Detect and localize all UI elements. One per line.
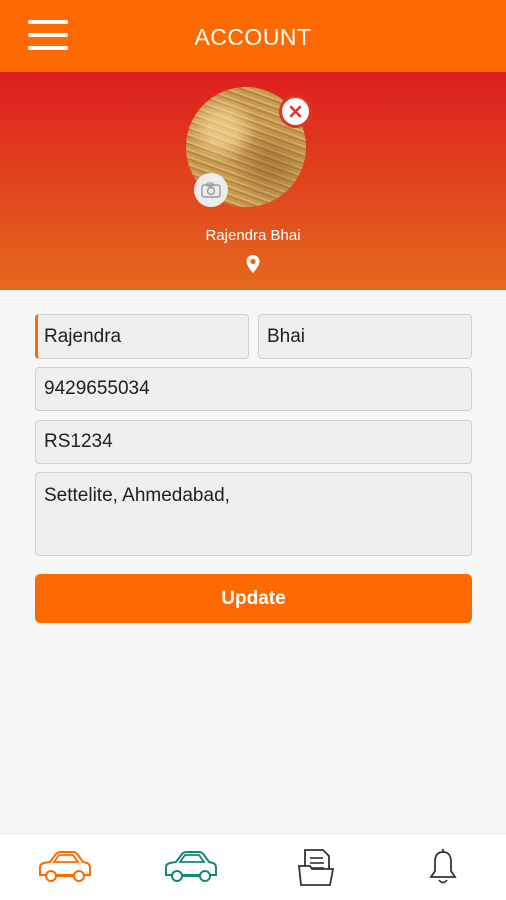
nav-item-documents[interactable] — [281, 840, 351, 894]
nav-item-car[interactable] — [155, 840, 225, 894]
app-bar: ACCOUNT — [0, 0, 506, 72]
nav-item-car-active[interactable] — [29, 840, 99, 894]
location-pin-icon — [246, 255, 260, 273]
page-title: ACCOUNT — [194, 24, 312, 50]
update-button[interactable]: Update — [35, 574, 472, 623]
nav-item-notifications[interactable] — [408, 840, 478, 894]
address-field[interactable]: Settelite, Ahmedabad, — [35, 472, 472, 556]
profile-name: Rajendra Bhai — [205, 227, 301, 244]
documents-icon — [298, 849, 335, 886]
car-icon — [39, 851, 91, 882]
phone-field[interactable] — [35, 367, 472, 411]
profile-banner: Rajendra Bhai — [0, 72, 506, 290]
bell-icon — [429, 849, 457, 884]
first-name-field[interactable] — [35, 314, 249, 359]
car-icon — [165, 851, 217, 882]
last-name-field[interactable] — [258, 314, 472, 359]
vehicle-number-field[interactable] — [35, 420, 472, 464]
close-circle-icon[interactable] — [279, 95, 312, 128]
bottom-navigation — [0, 833, 506, 900]
camera-icon[interactable] — [194, 173, 228, 207]
